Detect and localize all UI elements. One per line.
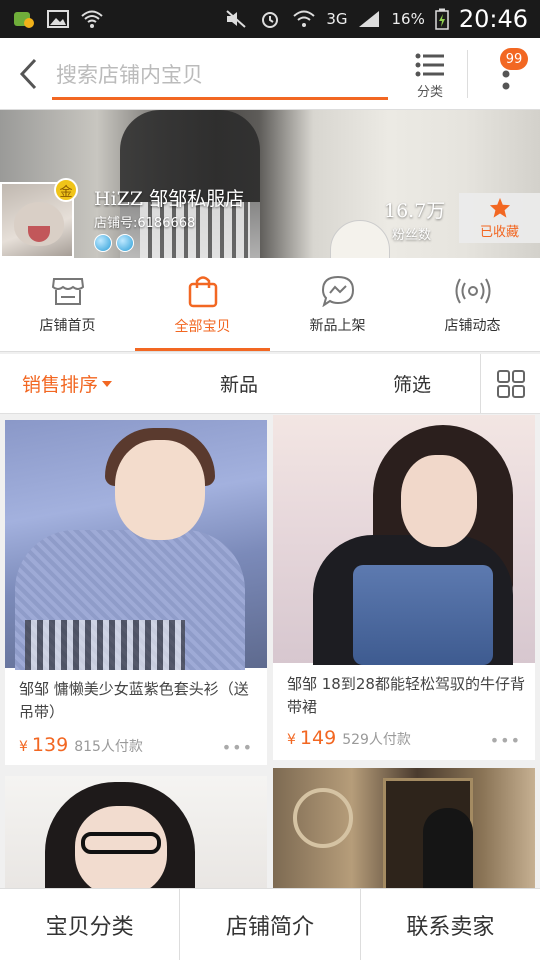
image-person — [423, 808, 473, 898]
image-overall — [353, 565, 493, 665]
tab-shop-home[interactable]: 店铺首页 — [0, 258, 135, 351]
storefront-icon — [51, 277, 84, 305]
sold-count: 815人付款 — [74, 739, 143, 755]
product-price-row: ¥139 815人付款 — [19, 734, 143, 756]
grid-toggle-button[interactable] — [480, 354, 540, 413]
tab-new-arrivals[interactable]: 新品上架 — [270, 258, 405, 351]
more-options-icon[interactable]: ••• — [222, 738, 253, 757]
favorite-button[interactable]: 已收藏 — [459, 193, 540, 243]
product-image[interactable] — [5, 420, 267, 670]
tab-shop-updates[interactable]: 店铺动态 — [405, 258, 540, 351]
product-price: 149 — [299, 727, 337, 749]
sort-by-sales[interactable]: 销售排序 — [0, 354, 134, 413]
divider — [467, 50, 468, 98]
diamond-level-icon — [116, 234, 134, 252]
shop-nav-tabs: 店铺首页 全部宝贝 新品上架 店铺动态 — [0, 258, 540, 352]
fans-count: 16.7万 — [384, 200, 446, 222]
image-glasses — [81, 832, 161, 854]
signal-icon — [359, 11, 380, 27]
banner-lamp-image — [330, 220, 390, 258]
image-check-pattern — [25, 620, 185, 670]
status-bar: 3G 16% 20:46 — [0, 0, 540, 38]
tab-all-items[interactable]: 全部宝贝 — [135, 258, 270, 351]
list-icon — [415, 53, 444, 76]
product-image[interactable] — [273, 768, 535, 898]
search-input[interactable] — [56, 62, 388, 87]
currency-symbol: ¥ — [287, 732, 296, 748]
shop-id: 店铺号:6186668 — [94, 216, 196, 231]
sort-by-sales-label: 销售排序 — [21, 374, 98, 396]
contact-seller-button[interactable]: 联系卖家 — [359, 889, 540, 960]
filter-button[interactable]: 筛选 — [344, 354, 480, 413]
product-price: 139 — [31, 734, 69, 756]
product-title[interactable]: 邹邹 慵懒美少女蓝紫色套头衫（送吊带） — [19, 678, 259, 724]
star-icon — [489, 197, 510, 218]
item-category-button[interactable]: 宝贝分类 — [0, 889, 179, 960]
battery-charging-icon — [435, 8, 449, 30]
clock: 20:46 — [458, 5, 528, 33]
search-box[interactable] — [52, 52, 388, 100]
sort-new[interactable]: 新品 — [134, 354, 344, 413]
back-button[interactable] — [8, 52, 48, 96]
currency-symbol: ¥ — [19, 739, 28, 755]
favorite-label: 已收藏 — [479, 224, 519, 240]
wifi-icon — [81, 10, 103, 28]
image-icon — [47, 10, 69, 28]
back-arrow-icon — [19, 58, 37, 90]
chat-bubble-icon — [321, 275, 354, 307]
diamond-level-icon — [94, 234, 112, 252]
shop-name: HiZZ 邹邹私服店 — [94, 188, 245, 210]
tab-label: 新品上架 — [309, 317, 366, 334]
tab-label: 店铺首页 — [39, 317, 96, 334]
product-price-row: ¥149 529人付款 — [287, 727, 411, 749]
tab-label: 店铺动态 — [444, 317, 501, 334]
sold-count: 529人付款 — [342, 732, 411, 748]
product-image[interactable] — [5, 776, 267, 896]
grid-view-icon — [496, 369, 525, 398]
image-face — [401, 455, 477, 547]
shop-intro-button[interactable]: 店铺简介 — [179, 889, 359, 960]
mute-icon — [226, 10, 246, 28]
broadcast-icon — [455, 277, 490, 304]
image-face — [115, 440, 205, 540]
more-options-icon[interactable]: ••• — [490, 731, 521, 750]
product-card[interactable] — [273, 768, 535, 898]
product-card[interactable]: 邹邹 慵懒美少女蓝紫色套头衫（送吊带） ¥139 815人付款 ••• — [5, 420, 267, 765]
wifi-signal-icon — [293, 10, 315, 27]
caret-down-icon — [102, 380, 112, 387]
product-image[interactable] — [273, 415, 535, 665]
category-label: 分类 — [416, 84, 443, 100]
notification-badge: 99 — [500, 48, 528, 70]
fans-label: 粉丝数 — [392, 228, 432, 243]
bottom-bar: 宝贝分类 店铺简介 联系卖家 — [0, 888, 540, 960]
seller-level — [94, 234, 134, 252]
alarm-icon — [262, 12, 279, 28]
image-ornament — [293, 788, 353, 848]
shopping-bag-icon — [188, 275, 217, 307]
app-notification-icon — [14, 12, 34, 28]
tab-label: 全部宝贝 — [174, 318, 231, 335]
product-card[interactable]: 邹邹 18到28都能轻松驾驭的牛仔背带裙 ¥149 529人付款 ••• — [273, 415, 535, 760]
top-bar: 分类 — [0, 38, 540, 110]
network-type: 3G — [326, 10, 348, 28]
category-button[interactable]: 分类 — [402, 46, 458, 106]
product-title[interactable]: 邹邹 18到28都能轻松驾驭的牛仔背带裙 — [287, 673, 527, 719]
gold-seller-badge: 金 — [54, 178, 78, 202]
battery-percent: 16% — [391, 10, 425, 28]
sort-bar: 销售排序 新品 筛选 — [0, 354, 540, 414]
product-card[interactable] — [5, 776, 267, 896]
